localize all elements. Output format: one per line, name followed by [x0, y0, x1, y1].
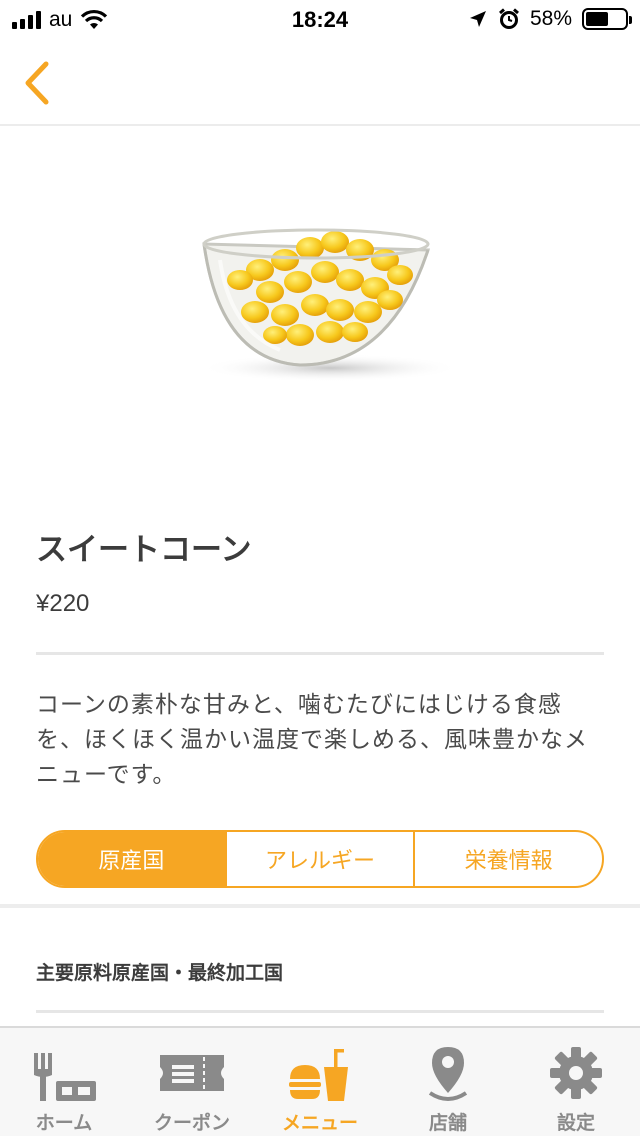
tab-origin[interactable]: 原産国	[38, 832, 225, 886]
divider	[36, 652, 604, 655]
battery-percent: 58%	[529, 7, 572, 30]
coupon-icon	[160, 1055, 224, 1091]
tab-allergy[interactable]: アレルギー	[224, 832, 414, 886]
product-price: ¥220	[36, 590, 90, 617]
info-tabs: 原産国 アレルギー 栄養情報	[36, 830, 604, 888]
tab-bar-label: 設定	[556, 1112, 595, 1134]
back-button[interactable]	[18, 58, 58, 108]
product-image	[200, 228, 450, 382]
battery-icon	[582, 8, 632, 30]
product-name: スイートコーン	[36, 532, 252, 568]
tab-bar-item-store[interactable]: 店舗	[384, 1028, 512, 1136]
status-bar: au 18:24 58%	[0, 0, 640, 40]
divider	[36, 1010, 604, 1013]
menu-icon	[289, 1049, 348, 1101]
location-pin-icon	[428, 1047, 468, 1101]
tab-bar-item-coupon[interactable]: クーポン	[128, 1028, 256, 1136]
navigation-bar	[0, 40, 640, 126]
tab-bar-item-settings[interactable]: 設定	[512, 1028, 640, 1136]
tab-bar-item-home[interactable]: ホーム	[0, 1028, 128, 1136]
tab-bar-label: メニュー	[281, 1112, 358, 1134]
bottom-tab-bar: ホーム クーポン メニュー 店舗 設定	[0, 1026, 640, 1136]
section-title: 主要原料原産国・最終加工国	[36, 962, 284, 984]
tab-nutrition[interactable]: 栄養情報	[413, 832, 602, 886]
status-right: 58%	[468, 7, 632, 31]
gear-icon	[550, 1047, 602, 1099]
tab-bar-label: ホーム	[35, 1112, 93, 1134]
alarm-icon	[498, 8, 519, 29]
tab-bar-label: 店舗	[428, 1112, 467, 1134]
tab-bar-label: クーポン	[153, 1112, 230, 1134]
chevron-left-icon	[25, 61, 49, 105]
tab-bar-item-menu[interactable]: メニュー	[256, 1028, 384, 1136]
battery-level	[586, 12, 609, 26]
home-icon	[34, 1053, 96, 1101]
section-divider	[0, 904, 640, 908]
product-description: コーンの素朴な甘みと、噛むたびにはじける食感を、ほくほく温かい温度で楽しめる、風…	[36, 692, 588, 788]
location-arrow-icon	[469, 11, 486, 27]
